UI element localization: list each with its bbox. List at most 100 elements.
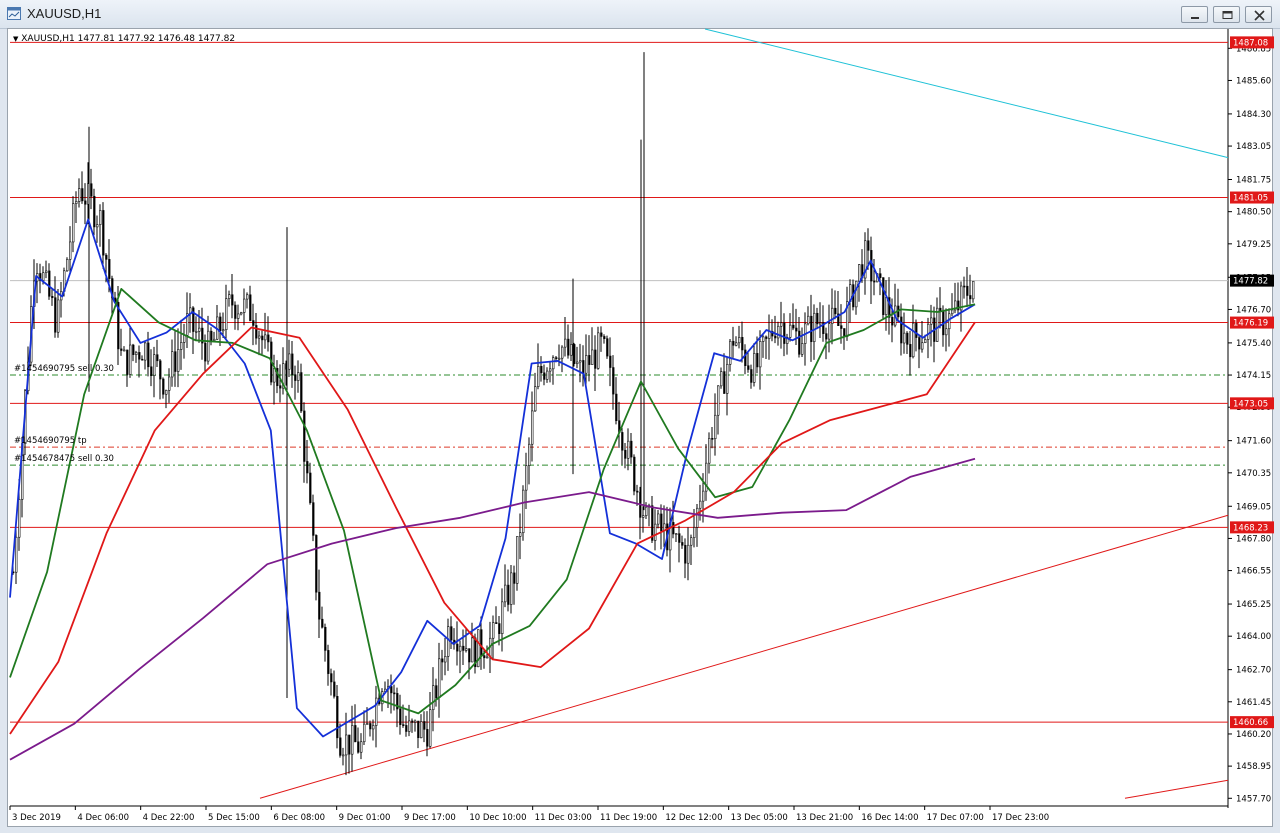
y-tick-label: 1471.60 <box>1236 437 1271 447</box>
candle-body <box>357 741 360 753</box>
candle-body <box>354 725 357 743</box>
candle-body <box>753 353 756 383</box>
candle-body <box>924 339 927 344</box>
order-label[interactable]: #1454690795 tp <box>14 436 87 446</box>
candle-body <box>879 273 882 278</box>
candle-body <box>603 336 606 339</box>
candle-body <box>783 322 786 344</box>
candle-body <box>798 330 801 355</box>
candle-body <box>402 724 405 726</box>
candle-body <box>405 725 408 732</box>
candle-body <box>594 349 597 369</box>
candle-body <box>315 535 318 593</box>
candle-body <box>327 650 330 674</box>
candle-body <box>330 673 333 683</box>
candle-body <box>768 330 771 339</box>
candle-body <box>759 341 762 368</box>
candle-body <box>219 316 222 332</box>
candle-body <box>585 355 588 374</box>
candle-body <box>183 335 186 343</box>
candle-body <box>246 294 249 300</box>
indicator-line-ma-slow <box>9 321 976 735</box>
candle-body <box>732 340 735 346</box>
candle-body <box>336 696 339 739</box>
candle-body <box>480 629 483 656</box>
candle-body <box>576 361 579 364</box>
candle-body <box>660 513 663 532</box>
symbol-ohlc-text: XAUUSD,H1 1477.81 1477.92 1476.48 1477.8… <box>21 34 236 44</box>
candle-body <box>483 655 486 659</box>
candle-body <box>159 360 162 380</box>
x-tick-label: 10 Dec 10:00 <box>469 813 526 823</box>
y-tick-label: 1464.00 <box>1236 632 1271 642</box>
candle-body <box>72 203 75 243</box>
y-tick-label: 1484.30 <box>1236 110 1271 120</box>
candle-body <box>507 584 510 605</box>
candle-body <box>420 721 423 739</box>
candle-body <box>558 357 561 360</box>
price-chart[interactable]: 1486.851485.601484.301483.051481.751480.… <box>0 0 1280 833</box>
order-label[interactable]: #1454690795 sell 0.30 <box>14 364 114 374</box>
candle-body <box>504 584 507 603</box>
candle-body <box>339 737 342 756</box>
candle-body <box>57 299 60 333</box>
candle-body <box>102 210 105 256</box>
x-tick-label: 13 Dec 21:00 <box>796 813 853 823</box>
candle-body <box>321 618 324 628</box>
candle-body <box>615 393 618 422</box>
candle-body <box>414 720 417 723</box>
y-tick-label: 1469.05 <box>1236 502 1271 512</box>
x-tick-label: 11 Dec 03:00 <box>535 813 592 823</box>
candle-body <box>630 440 633 458</box>
candle-body <box>147 342 150 368</box>
candle-body <box>642 515 645 518</box>
candle-body <box>633 456 636 492</box>
candle-body <box>522 489 525 534</box>
candle-body <box>333 681 336 697</box>
candle-body <box>135 352 138 355</box>
candle-body <box>498 623 501 634</box>
candle-body <box>399 708 402 725</box>
candle-body <box>423 721 426 730</box>
candle-body <box>225 298 228 330</box>
candle-body <box>645 506 648 516</box>
y-tick-label: 1470.35 <box>1236 469 1271 479</box>
y-tick-label: 1465.25 <box>1236 600 1271 610</box>
x-tick-label: 9 Dec 17:00 <box>404 813 456 823</box>
x-tick-label: 17 Dec 07:00 <box>927 813 984 823</box>
candle-body <box>801 343 804 355</box>
candle-body <box>951 309 954 315</box>
candle-body <box>492 622 495 639</box>
candle-body <box>903 332 906 344</box>
candle-body <box>126 349 129 375</box>
candle-body <box>588 355 591 365</box>
candle-body <box>351 725 354 755</box>
candle-body <box>612 367 615 395</box>
y-tick-label: 1457.70 <box>1236 794 1271 804</box>
candle-body <box>45 270 48 273</box>
candle-body <box>318 591 321 620</box>
candle-body <box>501 601 504 634</box>
candle-body <box>900 316 903 344</box>
candle-body <box>582 360 585 374</box>
candle-body <box>756 353 759 368</box>
candle-body <box>177 349 180 372</box>
candle-body <box>609 355 612 368</box>
candle-body <box>909 344 912 358</box>
candle-body <box>819 322 822 325</box>
candle-body <box>600 332 603 337</box>
candle-body <box>309 472 312 503</box>
order-label[interactable]: #1454678475 sell 0.30 <box>14 454 114 464</box>
candle-body <box>294 374 297 381</box>
y-tick-label: 1458.95 <box>1236 762 1271 772</box>
candle-body <box>795 327 798 332</box>
x-tick-label: 6 Dec 08:00 <box>273 813 325 823</box>
candle-body <box>198 327 201 332</box>
candle-body <box>258 335 261 339</box>
candle-body <box>408 720 411 732</box>
candle-body <box>81 188 84 202</box>
collapse-triangle-icon[interactable]: ▼ <box>13 35 18 43</box>
candle-body <box>264 334 267 341</box>
x-tick-label: 4 Dec 22:00 <box>143 813 195 823</box>
candle-body <box>777 325 780 339</box>
